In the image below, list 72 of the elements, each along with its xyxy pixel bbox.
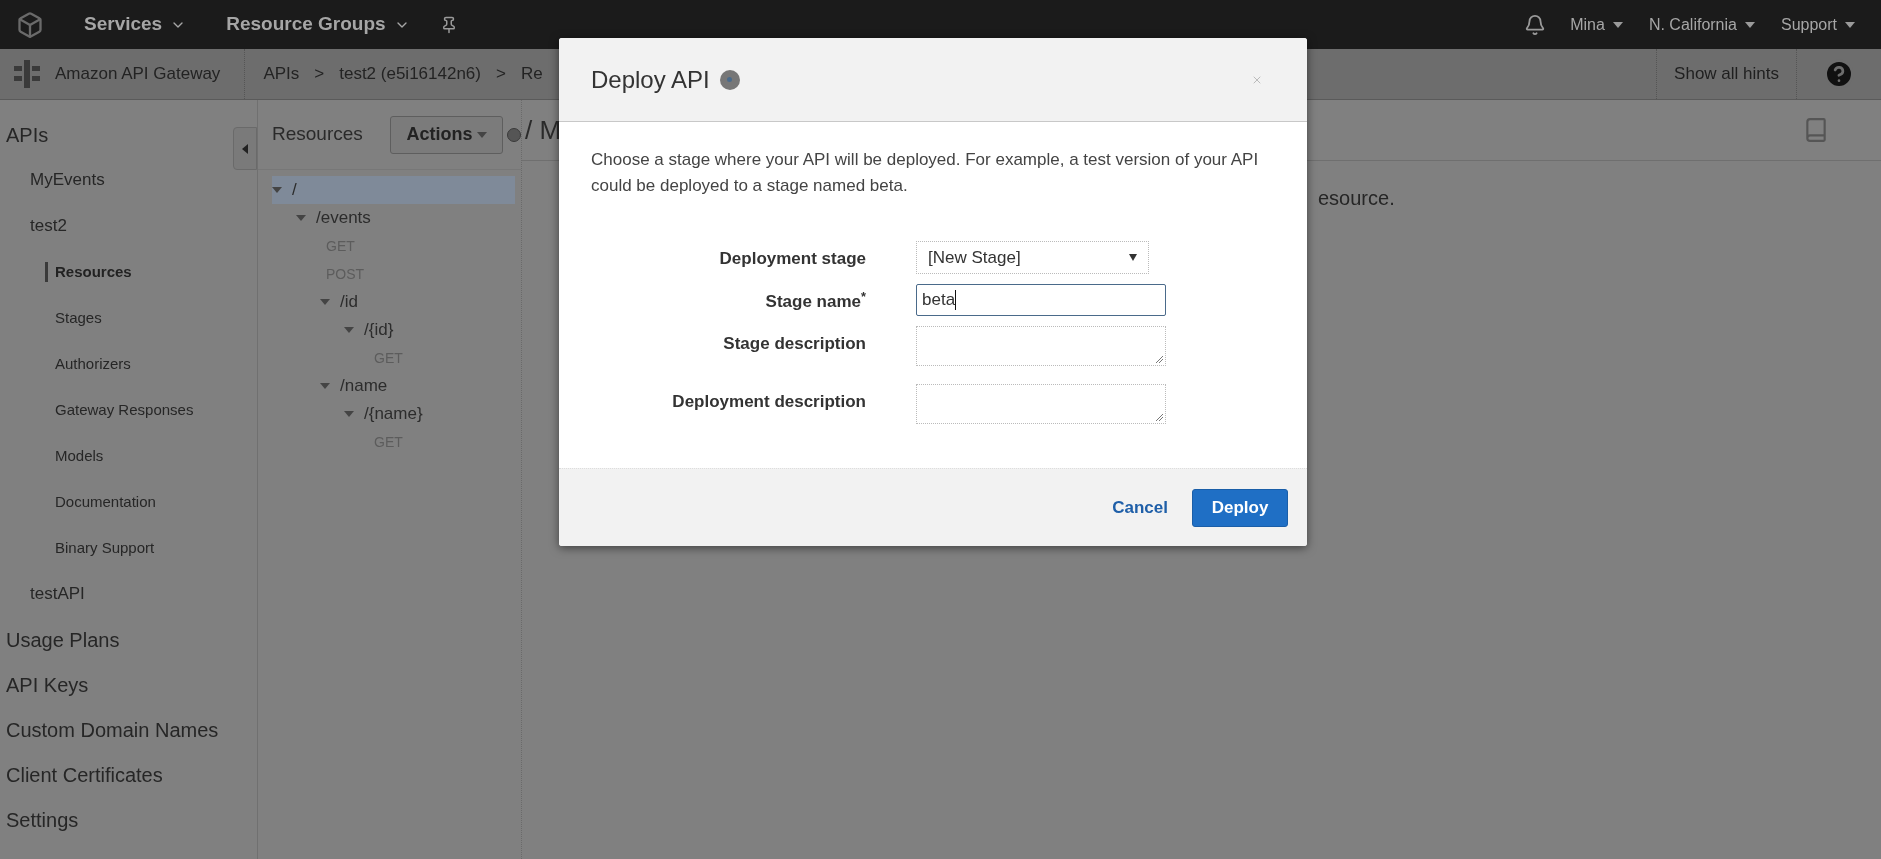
resize-handle-icon (1156, 356, 1163, 363)
account-menu[interactable]: Mina (1570, 12, 1623, 37)
selection-bar (45, 262, 48, 282)
book-icon[interactable] (1803, 117, 1829, 143)
sidebar-item[interactable]: Gateway Responses (55, 398, 194, 422)
sidebar-item[interactable]: Documentation (55, 490, 156, 514)
breadcrumb-link[interactable]: APIs (263, 61, 300, 87)
sidebar-item[interactable]: MyEvents (30, 167, 105, 193)
triangle-left-icon (242, 143, 248, 154)
tree-row[interactable]: /events (296, 204, 515, 232)
info-icon[interactable] (507, 127, 521, 142)
field-label: Stage name$^{*}$ (765, 289, 866, 313)
resource-path[interactable]: /{id} (364, 317, 394, 343)
dropdown-arrow-icon (1129, 254, 1137, 261)
breadcrumb-link[interactable]: test2 (e5i16142n6) (339, 61, 481, 87)
dialog-description: Choose a stage where your API will be deployed. For example, a test version of your API could be deployed to a stage named beta. (591, 149, 1260, 197)
service-name[interactable]: Amazon API Gateway (55, 61, 221, 87)
sidebar-item[interactable]: Usage Plans (6, 624, 120, 655)
gateway-logo-icon (14, 60, 40, 88)
resource-path[interactable]: /{name} (364, 401, 423, 427)
nav-menu[interactable]: Services (84, 10, 187, 39)
tree-row[interactable]: /id (320, 288, 515, 316)
resource-path[interactable]: / (292, 177, 297, 203)
caret-icon (476, 131, 487, 138)
caret-icon (1744, 21, 1755, 28)
breadcrumb-separator: > (314, 63, 325, 86)
sidebar-item[interactable]: Stages (55, 306, 102, 330)
sidebar-item[interactable]: APIs (6, 119, 49, 150)
description-field[interactable] (916, 384, 1166, 424)
sidebar-item[interactable]: Models (55, 444, 104, 468)
nav-menu[interactable]: Resource Groups (226, 10, 410, 39)
resize-handle-icon (1156, 414, 1163, 421)
tree-row[interactable]: /{name} (344, 400, 515, 428)
resource-path[interactable]: /events (316, 205, 371, 231)
deploy-button[interactable]: Deploy (1192, 488, 1288, 527)
tree-row[interactable]: /{id} (344, 316, 515, 344)
dialog-title: Deploy API (591, 64, 710, 95)
cube-logo-icon[interactable] (16, 10, 44, 39)
empty-message: esource. (1318, 187, 1395, 209)
breadcrumb-link[interactable]: Re (520, 61, 543, 87)
info-icon[interactable] (719, 69, 740, 90)
tree-row[interactable]: / (272, 176, 515, 204)
resource-heading: / M (525, 113, 562, 147)
field-label: Deployment description (672, 391, 866, 413)
resource-path[interactable]: /id (340, 289, 358, 315)
sidebar-item[interactable]: test2 (30, 213, 67, 239)
show-hints-button[interactable]: Show all hints (1657, 49, 1796, 99)
stage-select[interactable]: [New Stage] (916, 241, 1149, 274)
sidebar-item[interactable]: API Keys (6, 669, 89, 700)
sidebar-item[interactable]: Settings (6, 804, 79, 835)
account-menu[interactable]: N. California (1648, 12, 1755, 37)
caret-icon (1845, 21, 1855, 28)
panel-title: Resources (272, 122, 363, 147)
sidebar-item[interactable]: Binary Support (55, 536, 155, 560)
breadcrumb-separator: > (496, 63, 506, 86)
stage-name-field[interactable]: beta (916, 284, 1166, 316)
collapse-tab[interactable] (233, 127, 257, 170)
actions-button[interactable]: Actions (389, 115, 504, 154)
sidebar-item[interactable]: testAPI (30, 581, 85, 607)
field-label: Deployment stage (719, 248, 866, 270)
description-field[interactable] (916, 326, 1166, 366)
account-menu[interactable]: Support (1780, 12, 1855, 37)
sidebar-item[interactable]: Resources (55, 260, 132, 284)
caret-icon (1612, 21, 1623, 28)
sidebar-item[interactable]: Authorizers (55, 352, 131, 376)
sidebar-item[interactable]: Custom Domain Names (6, 714, 219, 745)
sidebar-item[interactable]: Client Certificates (6, 759, 163, 790)
cancel-link[interactable]: Cancel (1112, 494, 1168, 521)
field-label: Stage description (723, 333, 866, 355)
tree-row[interactable]: /name (320, 372, 515, 400)
bell-icon[interactable] (1524, 13, 1547, 36)
resource-path[interactable]: /name (340, 373, 388, 399)
